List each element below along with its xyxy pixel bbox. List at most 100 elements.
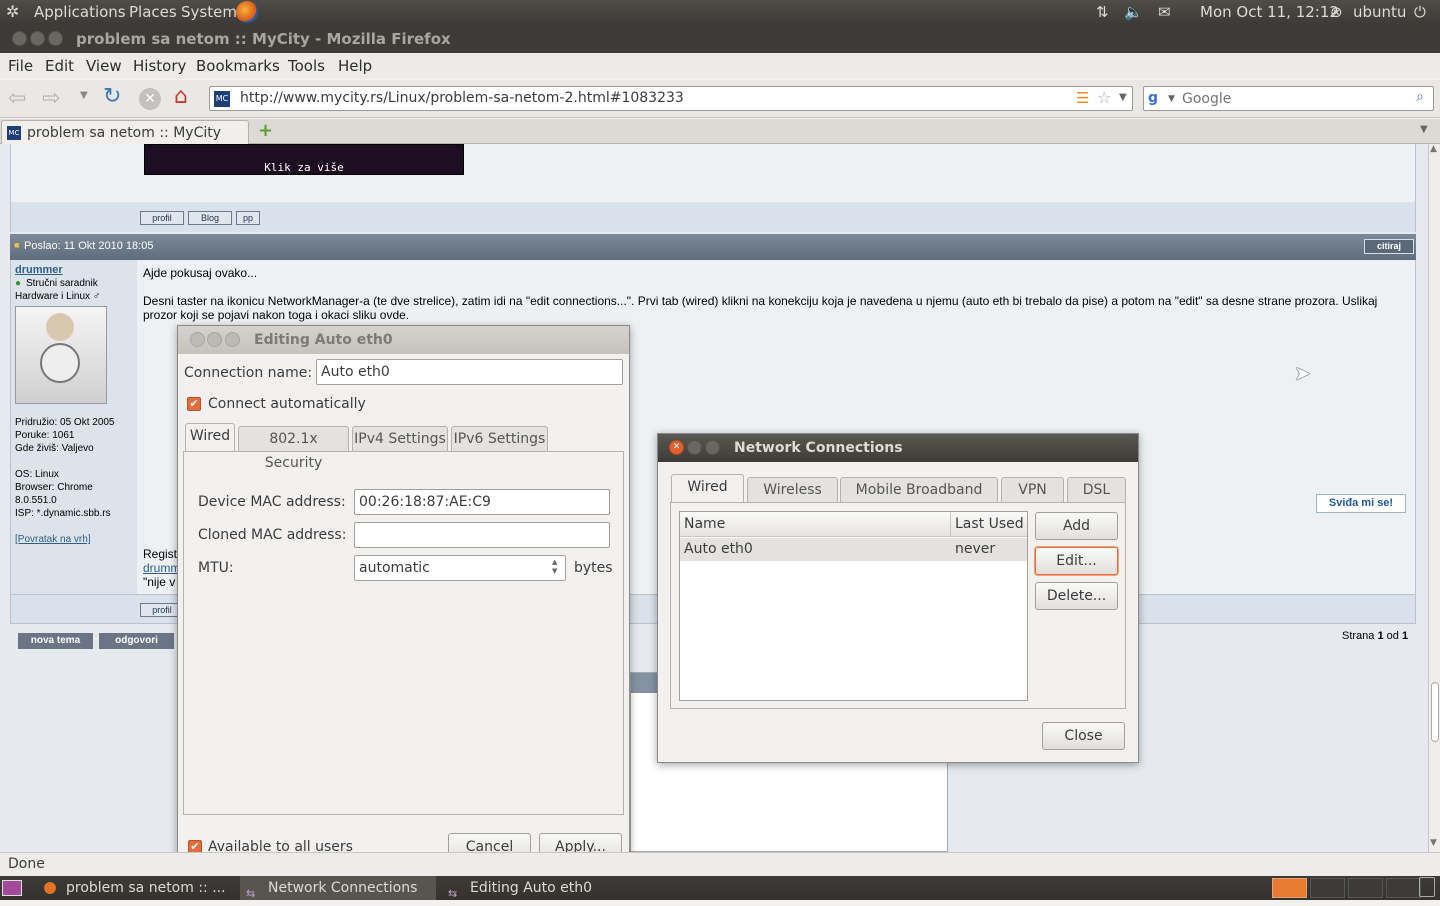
netconn-titlebar: ✕ Network Connections [658, 434, 1138, 462]
editing-minimize-icon[interactable] [207, 332, 222, 347]
conn-name-label: Connection name: [184, 365, 313, 381]
power-icon[interactable]: ⏻ [1414, 3, 1426, 21]
tab-problem-sa-netom[interactable]: MC problem sa netom :: MyCity [1, 120, 249, 145]
tab-wired[interactable]: Wired [671, 474, 744, 502]
close-button[interactable]: Close [1042, 722, 1125, 750]
clock[interactable]: Mon Oct 11, 12:12 [1200, 3, 1339, 21]
stop-icon[interactable]: ✕ [139, 88, 161, 110]
new-topic-button[interactable]: nova tema [18, 633, 93, 649]
taskbar-network-connections[interactable]: ⇆ Network Connections [240, 876, 436, 900]
conn-name-input[interactable]: Auto eth0 [316, 359, 623, 385]
mtu-stepper-arrows-icon[interactable]: ▲ ▼ [552, 558, 557, 576]
editing-close-icon[interactable] [190, 332, 205, 347]
tab-list-icon[interactable]: ▼ [1420, 124, 1428, 135]
back-to-top-link[interactable]: [Povratak na vrh] [15, 534, 91, 545]
blog-button[interactable]: Blog [188, 211, 232, 225]
show-desktop-icon[interactable] [2, 880, 22, 896]
signature-banner[interactable]: Klik za više [144, 144, 464, 175]
menu-file[interactable]: File [8, 57, 33, 75]
taskbar-editing-auto-eth0[interactable]: ⇆ Editing Auto eth0 [442, 876, 638, 900]
tab-ipv6-settings[interactable]: IPv6 Settings [451, 426, 548, 452]
like-button[interactable]: Sviđa mi se! [1316, 494, 1406, 513]
bookmark-star-icon[interactable]: ☆ [1097, 88, 1111, 107]
ubuntu-logo-icon[interactable]: ✲ [6, 2, 19, 21]
delete-button[interactable]: Delete... [1035, 582, 1118, 610]
cloned-mac-input[interactable] [354, 522, 610, 548]
avatar[interactable] [15, 306, 107, 404]
menu-help[interactable]: Help [338, 57, 372, 75]
netconn-minimize-icon[interactable] [687, 440, 702, 455]
tab-8021x-security[interactable]: 802.1x Security [238, 426, 349, 471]
close-icon[interactable] [12, 31, 27, 46]
scroll-up-icon[interactable]: ▲ [1430, 144, 1437, 154]
tab-dsl[interactable]: DSL [1067, 477, 1126, 503]
netconn-close-icon[interactable]: ✕ [669, 440, 684, 455]
scroll-thumb[interactable] [1431, 682, 1439, 742]
url-text[interactable]: http://www.mycity.rs/Linux/problem-sa-ne… [240, 90, 684, 106]
places-menu[interactable]: Places [129, 3, 177, 21]
firefox-launcher-icon[interactable] [236, 1, 258, 23]
system-menu[interactable]: System [181, 3, 237, 21]
editing-titlebar: Editing Auto eth0 [178, 326, 629, 354]
tab-ipv4-settings[interactable]: IPv4 Settings [352, 426, 448, 452]
tab-vpn[interactable]: VPN [1001, 477, 1064, 503]
forward-icon[interactable]: ⇨ [42, 86, 60, 111]
col-name-header[interactable]: Name [684, 516, 725, 532]
list-header: Name Last Used [680, 512, 1027, 537]
user-menu[interactable]: ubuntu [1353, 3, 1406, 21]
col-last-used-header[interactable]: Last Used [955, 516, 1024, 532]
workspace-switcher-4[interactable] [1386, 878, 1421, 898]
tab-wired-settings[interactable]: Wired [185, 423, 235, 451]
minimize-icon[interactable] [30, 31, 45, 46]
tab-wireless[interactable]: Wireless [747, 477, 838, 503]
rss-icon[interactable]: ☰ [1076, 89, 1089, 107]
connect-automatically-label[interactable]: Connect automatically [208, 396, 366, 412]
sig-line-2[interactable]: drumm [143, 561, 180, 575]
search-icon[interactable]: ⌕ [1416, 89, 1424, 105]
trash-icon[interactable] [1419, 877, 1435, 897]
mtu-stepper[interactable]: automatic [354, 555, 566, 581]
tab-mobile-broadband[interactable]: Mobile Broadband [840, 477, 998, 503]
volume-icon[interactable]: 🔈 [1124, 3, 1143, 21]
home-icon[interactable]: ⌂ [174, 84, 188, 109]
google-engine-icon[interactable]: g [1148, 90, 1158, 106]
search-bar[interactable]: g ▼ ⌕ [1143, 86, 1434, 111]
table-row[interactable]: Auto eth0 never [680, 538, 1027, 561]
workspace-switcher-2[interactable] [1310, 878, 1345, 898]
pp-button[interactable]: pp [236, 211, 260, 225]
menu-history[interactable]: History [133, 57, 186, 75]
menu-tools[interactable]: Tools [288, 57, 325, 75]
network-arrows-icon[interactable]: ⇅ [1096, 3, 1109, 21]
search-input[interactable] [1182, 89, 1412, 108]
connections-list[interactable]: Name Last Used Auto eth0 never [679, 511, 1028, 701]
username-link[interactable]: drummer [15, 264, 63, 276]
menu-edit[interactable]: Edit [45, 57, 74, 75]
profil-button[interactable]: profil [140, 211, 184, 225]
workspace-switcher-1[interactable] [1272, 878, 1307, 898]
url-bar[interactable]: MC http://www.mycity.rs/Linux/problem-sa… [209, 86, 1133, 111]
applications-menu[interactable]: Applications [34, 3, 126, 21]
maximize-icon[interactable] [48, 31, 63, 46]
engine-dropdown-icon[interactable]: ▼ [1168, 94, 1175, 104]
reload-icon[interactable]: ↻ [103, 84, 121, 109]
page-scrollbar[interactable]: ▲ ▼ [1428, 144, 1440, 852]
editing-maximize-icon[interactable] [225, 332, 240, 347]
mac-address-input[interactable]: 00:26:18:87:AE:C9 [354, 489, 610, 515]
quote-button[interactable]: citiraj [1364, 239, 1414, 254]
back-icon[interactable]: ⇦ [8, 86, 26, 111]
reply-button[interactable]: odgovori [99, 633, 174, 649]
new-tab-icon[interactable]: + [258, 120, 273, 141]
netconn-maximize-icon[interactable] [705, 440, 720, 455]
add-button[interactable]: Add [1035, 512, 1118, 540]
scroll-down-icon[interactable]: ▼ [1430, 838, 1437, 848]
edit-button[interactable]: Edit... [1035, 547, 1118, 575]
url-dropdown-icon[interactable]: ▼ [1119, 92, 1127, 103]
menu-bookmarks[interactable]: Bookmarks [196, 57, 280, 75]
menu-view[interactable]: View [86, 57, 122, 75]
connect-automatically-checkbox[interactable]: ✔ [187, 397, 201, 411]
history-dropdown-icon[interactable]: ▼ [80, 90, 88, 101]
workspace-switcher-3[interactable] [1348, 878, 1383, 898]
user-stat-location: Gde živiš: Valjevo [15, 443, 94, 454]
mail-icon[interactable]: ✉ [1158, 3, 1171, 21]
taskbar-firefox[interactable]: problem sa netom :: ... [38, 876, 234, 900]
